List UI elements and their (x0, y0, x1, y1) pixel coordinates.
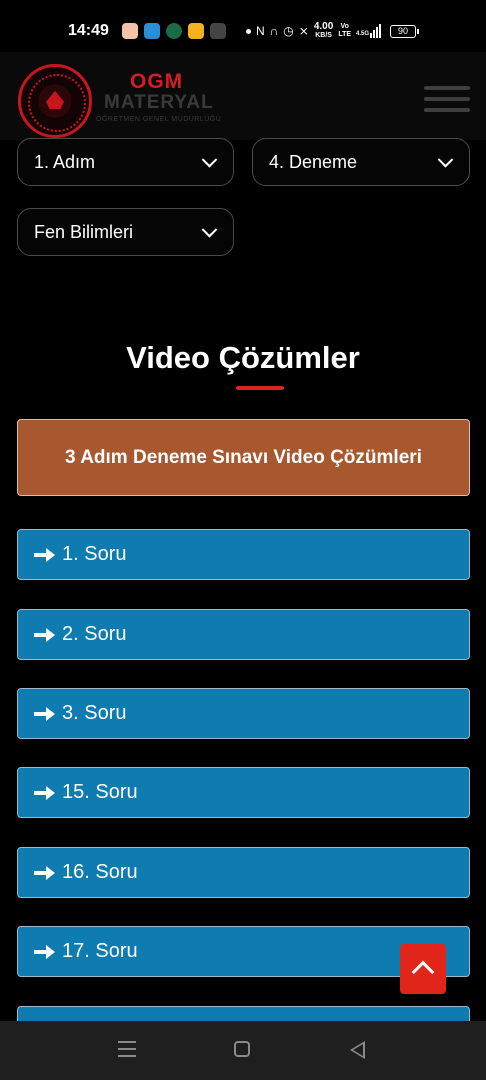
ders-select-value: Fen Bilimleri (34, 221, 134, 242)
arrow-right-icon (34, 865, 56, 880)
app-icon-yellow (188, 23, 204, 39)
ders-select[interactable]: Fen Bilimleri (17, 208, 234, 256)
question-label: 17. Soru (62, 940, 138, 962)
menu-icon[interactable] (424, 86, 470, 112)
arrow-right-icon (34, 706, 56, 721)
video-solutions-banner: 3 Adım Deneme Sınavı Video Çözümleri (17, 419, 470, 496)
question-button-2[interactable]: 2. Soru (17, 609, 470, 660)
adim-select[interactable]: 1. Adım (17, 138, 234, 186)
question-label: 16. Soru (62, 861, 138, 883)
volte-top: Vo (340, 23, 349, 30)
question-label: 15. Soru (62, 781, 138, 803)
deneme-select[interactable]: 4. Deneme (252, 138, 470, 186)
app-icon-blue (144, 23, 160, 39)
question-label: 2. Soru (62, 623, 127, 645)
status-bar: 14:49 N ∩ ◷ ⨯ 4.00 KB/S Vo LTE 4.5G 90 (0, 0, 486, 52)
system-indicators: N ∩ ◷ ⨯ 4.00 KB/S Vo LTE 4.5G 90 (246, 22, 420, 40)
logo-title[interactable]: OGM (130, 70, 183, 94)
question-button-1[interactable]: 1. Soru (17, 529, 470, 580)
logo-caption: ÖĞRETMEN GENEL MÜDÜRLÜĞÜ (96, 116, 222, 123)
question-label: 1. Soru (62, 543, 127, 565)
system-nav-bar (0, 1021, 486, 1080)
arrow-right-icon (34, 547, 56, 562)
network-speed: 4.00 KB/S (314, 22, 333, 40)
home-icon[interactable] (234, 1041, 250, 1057)
deneme-select-value: 4. Deneme (269, 151, 358, 172)
arrow-right-icon (34, 944, 56, 959)
alarm-icon: ◷ (283, 24, 294, 38)
question-label: 3. Soru (62, 702, 127, 724)
question-button-15[interactable]: 15. Soru (17, 767, 470, 818)
question-button-16[interactable]: 16. Soru (17, 847, 470, 898)
title-underline (236, 386, 284, 390)
scroll-to-top-button[interactable] (400, 944, 446, 994)
mute-icon: ⨯ (298, 24, 309, 38)
chevron-down-icon (201, 152, 218, 168)
volte-bottom: LTE (338, 31, 352, 38)
site-header: OGM MATERYAL ÖĞRETMEN GENEL MÜDÜRLÜĞÜ (0, 52, 486, 140)
speed-unit: KB/S (315, 32, 332, 39)
volte-indicator: Vo LTE (338, 23, 351, 39)
network-type: 4.5G (356, 31, 370, 37)
recent-apps-icon[interactable] (118, 1041, 136, 1057)
ministry-seal-logo[interactable] (18, 64, 92, 138)
logo-subtitle[interactable]: MATERYAL (104, 92, 214, 114)
dot-icon (246, 28, 251, 34)
starbucks-icon (166, 23, 182, 39)
nfc-icon: N (256, 24, 265, 38)
status-time: 14:49 (68, 22, 109, 39)
adim-select-value: 1. Adım (34, 151, 96, 172)
arrow-right-icon (34, 785, 56, 800)
app-icon-orange (122, 23, 138, 39)
chevron-down-icon (201, 222, 218, 238)
app-icon-hadi (210, 23, 226, 39)
section-title: Video Çözümler (126, 340, 360, 375)
arrow-right-icon (34, 627, 56, 642)
headphones-icon: ∩ (269, 24, 279, 38)
question-button-3[interactable]: 3. Soru (17, 688, 470, 739)
chevron-down-icon (437, 152, 454, 168)
battery-icon: 90 (390, 24, 420, 38)
notification-icons (122, 23, 226, 39)
signal-icon: 4.5G (356, 24, 382, 38)
back-icon[interactable] (350, 1041, 365, 1059)
